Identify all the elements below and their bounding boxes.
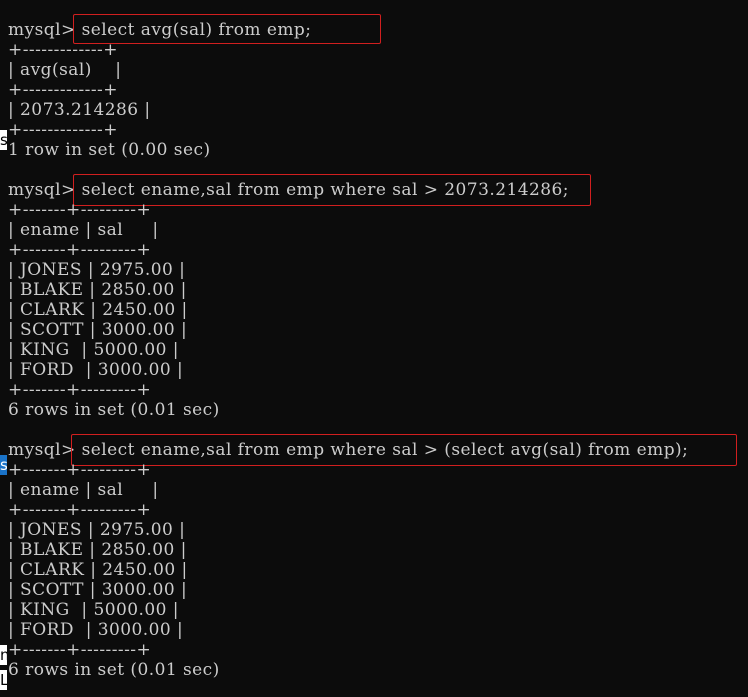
terminal-window[interactable]: mysql> select avg(sal) from emp; +------… bbox=[0, 0, 748, 697]
query-3-highlight-box bbox=[71, 434, 737, 466]
scrollbar[interactable] bbox=[742, 0, 748, 697]
table-row: | 2073.214286 | bbox=[8, 100, 151, 120]
table-border: +-------+---------+ bbox=[8, 200, 152, 220]
table-row: | FORD | 3000.00 | bbox=[8, 620, 184, 640]
table-row: | KING | 5000.00 | bbox=[8, 340, 179, 360]
table-border: +-------+---------+ bbox=[8, 640, 152, 660]
table-row: | CLARK | 2450.00 | bbox=[8, 300, 188, 320]
table-row: | FORD | 3000.00 | bbox=[8, 360, 184, 380]
result-status: 6 rows in set (0.01 sec) bbox=[8, 660, 220, 680]
table-row: | BLAKE | 2850.00 | bbox=[8, 540, 187, 560]
edge-fragment: s bbox=[0, 455, 7, 475]
table-header-row: | ename | sal | bbox=[8, 480, 159, 500]
result-status: 1 row in set (0.00 sec) bbox=[8, 140, 211, 160]
table-border: +-------------+ bbox=[8, 40, 118, 60]
table-border: +-------+---------+ bbox=[8, 380, 152, 400]
table-border: +-------------+ bbox=[8, 120, 118, 140]
table-border: +-------+---------+ bbox=[8, 500, 152, 520]
table-row: | KING | 5000.00 | bbox=[8, 600, 179, 620]
table-row: | CLARK | 2450.00 | bbox=[8, 560, 188, 580]
edge-fragment: L bbox=[0, 670, 7, 690]
table-row: | JONES | 2975.00 | bbox=[8, 260, 186, 280]
table-border: +-------------+ bbox=[8, 80, 118, 100]
edge-fragment: n bbox=[0, 645, 7, 665]
query-1-highlight-box bbox=[73, 14, 381, 44]
table-row: | SCOTT | 3000.00 | bbox=[8, 320, 188, 340]
edge-fragment: s bbox=[0, 130, 7, 150]
result-status: 6 rows in set (0.01 sec) bbox=[8, 400, 220, 420]
table-header-row: | ename | sal | bbox=[8, 220, 159, 240]
table-row: | BLAKE | 2850.00 | bbox=[8, 280, 187, 300]
table-border: +-------+---------+ bbox=[8, 460, 152, 480]
table-header-row: | avg(sal) | bbox=[8, 60, 122, 80]
table-row: | SCOTT | 3000.00 | bbox=[8, 580, 188, 600]
table-row: | JONES | 2975.00 | bbox=[8, 520, 186, 540]
table-border: +-------+---------+ bbox=[8, 240, 152, 260]
